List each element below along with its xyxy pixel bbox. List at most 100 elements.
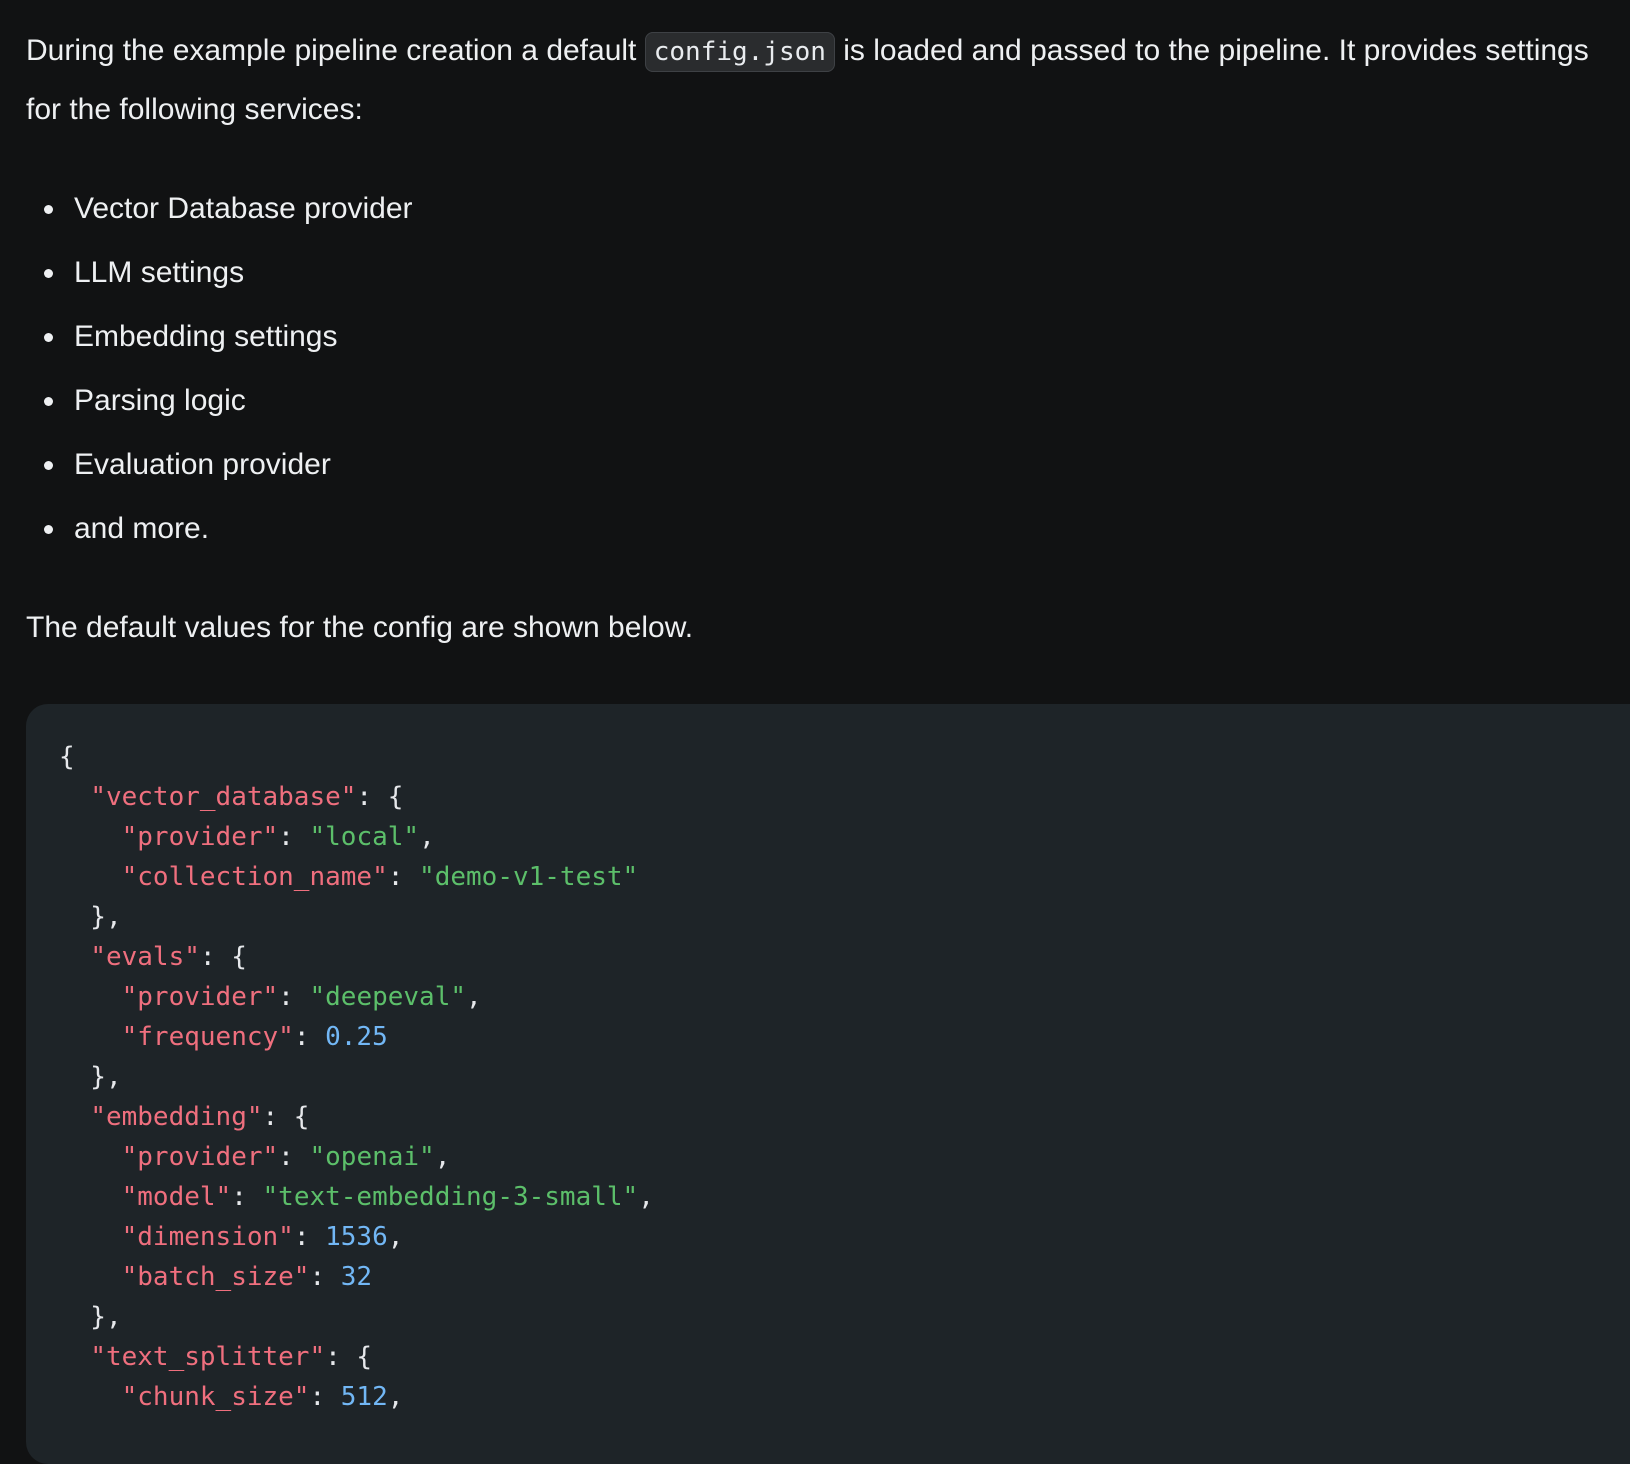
intro-text-before: During the example pipeline creation a d… xyxy=(26,34,645,67)
code-line: "collection_name": "demo-v1-test" xyxy=(59,857,654,897)
bullet-icon xyxy=(44,397,53,406)
list-item-label: Evaluation provider xyxy=(74,448,331,481)
json-punctuation: , xyxy=(466,982,482,1012)
json-punctuation: : xyxy=(309,1262,341,1292)
json-string: "openai" xyxy=(309,1142,435,1172)
json-punctuation: : xyxy=(278,982,310,1012)
bullet-icon xyxy=(44,525,53,534)
code-line: "dimension": 1536, xyxy=(59,1217,654,1257)
json-number: 512 xyxy=(340,1382,388,1412)
inline-code-config: config.json xyxy=(644,32,835,72)
bullet-icon xyxy=(44,461,53,470)
intro-paragraph: During the example pipeline creation a d… xyxy=(26,22,1616,139)
code-block[interactable]: { "vector_database": { "provider": "loca… xyxy=(26,704,1630,1464)
json-string: "local" xyxy=(309,822,420,852)
bullet-icon xyxy=(44,205,53,214)
json-punctuation: }, xyxy=(59,1062,122,1092)
json-punctuation: }, xyxy=(59,902,122,932)
json-punctuation: , xyxy=(387,1222,404,1252)
json-punctuation xyxy=(59,822,122,852)
json-punctuation xyxy=(59,942,90,972)
json-number: 0.25 xyxy=(325,1022,388,1052)
json-punctuation: : { xyxy=(325,1342,373,1372)
bullet-icon xyxy=(44,269,53,278)
json-punctuation xyxy=(59,1182,122,1212)
list-item: Embedding settings xyxy=(26,305,1630,369)
json-key: "collection_name" xyxy=(121,862,388,892)
json-key: "embedding" xyxy=(90,1102,263,1132)
code-line: "evals": { xyxy=(59,937,654,977)
json-string: "demo-v1-test" xyxy=(419,862,639,892)
list-item: and more. xyxy=(26,497,1630,561)
list-item: Evaluation provider xyxy=(26,433,1630,497)
code-line: "frequency": 0.25 xyxy=(59,1017,654,1057)
outro-paragraph: The default values for the config are sh… xyxy=(26,611,694,644)
code-line: "model": "text-embedding-3-small", xyxy=(59,1177,654,1217)
json-key: "frequency" xyxy=(121,1022,294,1052)
json-punctuation xyxy=(59,1142,122,1172)
code-line: "provider": "openai", xyxy=(59,1137,654,1177)
json-key: "text_splitter" xyxy=(90,1342,326,1372)
code-line: }, xyxy=(59,1297,654,1337)
json-punctuation: : xyxy=(293,1222,326,1252)
json-punctuation: : { xyxy=(199,942,247,972)
json-string: "deepeval" xyxy=(309,982,467,1012)
code-line: "chunk_size": 512, xyxy=(59,1377,654,1417)
json-punctuation: , xyxy=(387,1382,404,1412)
json-punctuation xyxy=(59,1342,90,1372)
json-punctuation xyxy=(59,1022,122,1052)
json-number: 32 xyxy=(340,1262,373,1292)
code-line: "text_splitter": { xyxy=(59,1337,654,1377)
list-item: LLM settings xyxy=(26,241,1630,305)
json-key: "dimension" xyxy=(121,1222,294,1252)
json-punctuation: , xyxy=(419,822,435,852)
json-punctuation: : xyxy=(231,1182,263,1212)
json-key: "chunk_size" xyxy=(121,1382,310,1412)
json-punctuation: : xyxy=(278,822,310,852)
list-item-label: LLM settings xyxy=(74,256,245,289)
json-punctuation: : { xyxy=(262,1102,310,1132)
list-item-label: Vector Database provider xyxy=(74,192,413,225)
list-item-label: Parsing logic xyxy=(74,384,246,417)
json-key: "provider" xyxy=(121,1142,279,1172)
code-line: "batch_size": 32 xyxy=(59,1257,654,1297)
json-punctuation xyxy=(59,782,90,812)
doc-content: During the example pipeline creation a d… xyxy=(26,22,1630,657)
json-punctuation: { xyxy=(59,742,75,772)
json-punctuation: , xyxy=(434,1142,451,1172)
code-line: { xyxy=(59,737,654,777)
json-punctuation: : xyxy=(293,1022,326,1052)
json-punctuation: , xyxy=(638,1182,654,1212)
json-code[interactable]: { "vector_database": { "provider": "loca… xyxy=(59,737,654,1417)
json-punctuation xyxy=(59,1222,122,1252)
json-number: 1536 xyxy=(325,1222,388,1252)
json-punctuation: : xyxy=(278,1142,310,1172)
json-string: "text-embedding-3-small" xyxy=(262,1182,639,1212)
json-punctuation xyxy=(59,1382,122,1412)
json-punctuation xyxy=(59,1102,90,1132)
json-key: "evals" xyxy=(90,942,200,972)
list-item: Parsing logic xyxy=(26,369,1630,433)
code-line: "provider": "local", xyxy=(59,817,654,857)
json-key: "vector_database" xyxy=(90,782,357,812)
json-punctuation xyxy=(59,982,122,1012)
json-key: "model" xyxy=(121,1182,232,1212)
json-punctuation: : xyxy=(309,1382,341,1412)
code-line: "embedding": { xyxy=(59,1097,654,1137)
json-punctuation xyxy=(59,1262,122,1292)
code-line: "provider": "deepeval", xyxy=(59,977,654,1017)
json-punctuation: }, xyxy=(59,1302,122,1332)
list-item-label: Embedding settings xyxy=(74,320,338,353)
list-item: Vector Database provider xyxy=(26,177,1630,241)
json-punctuation: : { xyxy=(356,782,404,812)
code-line: }, xyxy=(59,1057,654,1097)
json-punctuation xyxy=(59,862,122,892)
code-line: }, xyxy=(59,897,654,937)
json-key: "provider" xyxy=(121,982,279,1012)
code-line: "vector_database": { xyxy=(59,777,654,817)
bullet-icon xyxy=(44,333,53,342)
json-punctuation: : xyxy=(387,862,420,892)
json-key: "provider" xyxy=(121,822,279,852)
list-item-label: and more. xyxy=(74,512,210,545)
feature-list: Vector Database provider LLM settings Em… xyxy=(26,177,1630,561)
